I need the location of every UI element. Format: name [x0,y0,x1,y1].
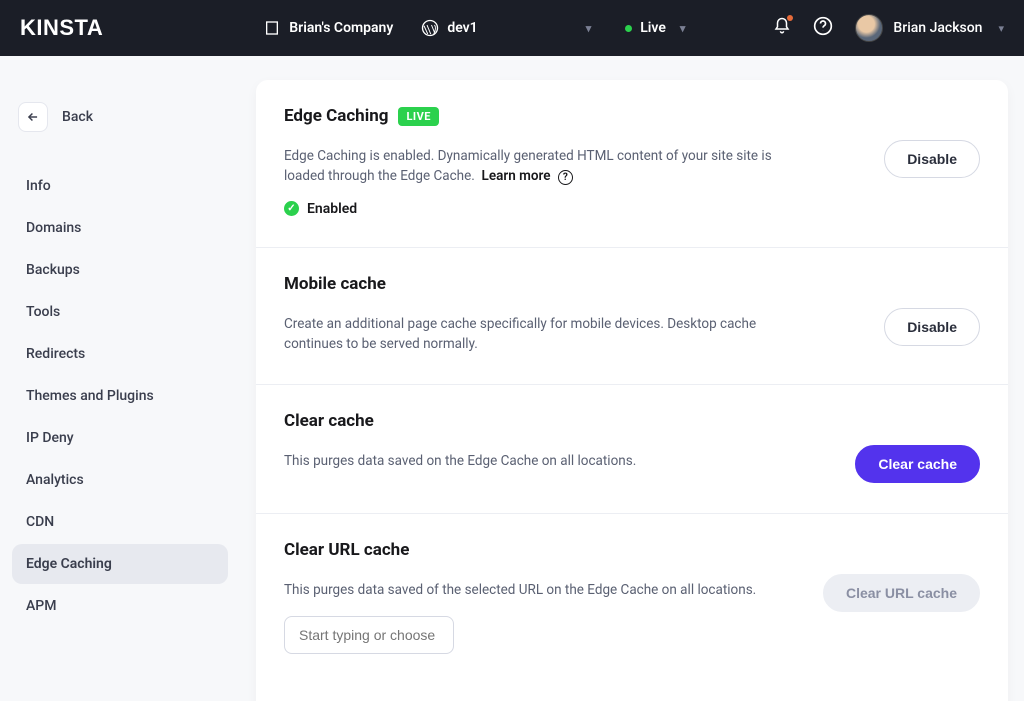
section-title-text: Mobile cache [284,274,386,294]
sidebar-item-analytics[interactable]: Analytics [12,460,228,500]
main-content: Edge Caching LIVE Edge Caching is enable… [240,56,1024,701]
section-clear-cache: Clear cache This purges data saved on th… [256,385,1008,514]
sidebar-item-backups[interactable]: Backups [12,250,228,290]
disable-mobile-cache-button[interactable]: Disable [884,308,980,346]
section-description: Edge Caching is enabled. Dynamically gen… [284,146,804,187]
section-clear-url-cache: Clear URL cache This purges data saved o… [256,514,1008,684]
sidebar: Back InfoDomainsBackupsToolsRedirectsThe… [0,56,240,701]
environment-selector[interactable]: Live ▾ [625,20,685,36]
company-selector[interactable]: Brian's Company [263,19,393,37]
help-circle-icon: ? [558,170,573,185]
back-button[interactable] [18,102,48,132]
section-description: This purges data saved of the selected U… [284,580,799,600]
live-badge: LIVE [398,107,439,126]
sidebar-item-ip-deny[interactable]: IP Deny [12,418,228,458]
section-title-text: Edge Caching [284,106,388,126]
clear-url-cache-button[interactable]: Clear URL cache [823,574,980,612]
section-title: Mobile cache [284,274,804,294]
topbar: KINSTA Brian's Company dev1 ▾ Live ▾ Bri… [0,0,1024,56]
sidebar-item-domains[interactable]: Domains [12,208,228,248]
chevron-down-icon: ▾ [586,22,592,35]
section-title-text: Clear cache [284,411,374,431]
chevron-down-icon: ▾ [998,22,1004,35]
environment-label: Live [640,20,666,36]
user-name: Brian Jackson [893,20,982,36]
help-button[interactable] [813,16,833,40]
disable-edge-caching-button[interactable]: Disable [884,140,980,178]
sidebar-item-info[interactable]: Info [12,166,228,206]
section-description: Create an additional page cache specific… [284,314,804,355]
company-name: Brian's Company [289,20,393,36]
section-title: Clear URL cache [284,540,799,560]
sidebar-item-apm[interactable]: APM [12,586,228,626]
url-cache-input[interactable] [284,616,454,654]
chevron-down-icon: ▾ [680,22,686,35]
section-title: Clear cache [284,411,804,431]
site-name: dev1 [447,20,477,36]
notifications-button[interactable] [773,17,791,39]
status-dot-icon [625,25,632,32]
back-label: Back [62,109,93,125]
status-label: Enabled [307,201,357,217]
status-row: ✓ Enabled [284,201,804,217]
avatar [855,14,883,42]
sidebar-item-themes-and-plugins[interactable]: Themes and Plugins [12,376,228,416]
brand-logo: KINSTA [20,15,103,41]
section-title-text: Clear URL cache [284,540,409,560]
arrow-left-icon [26,110,40,124]
notification-dot-icon [787,15,793,21]
section-description: This purges data saved on the Edge Cache… [284,451,804,471]
building-icon [263,19,281,37]
learn-more-link[interactable]: Learn more ? [482,168,573,184]
site-selector[interactable]: dev1 ▾ [421,19,591,37]
wordpress-icon [421,19,439,37]
check-circle-icon: ✓ [284,201,299,216]
user-menu[interactable]: Brian Jackson ▾ [855,14,1004,42]
sidebar-item-cdn[interactable]: CDN [12,502,228,542]
help-circle-icon [813,16,833,36]
clear-cache-button[interactable]: Clear cache [855,445,980,483]
sidebar-item-redirects[interactable]: Redirects [12,334,228,374]
section-title: Edge Caching LIVE [284,106,804,126]
sidebar-nav: InfoDomainsBackupsToolsRedirectsThemes a… [12,166,228,626]
section-mobile-cache: Mobile cache Create an additional page c… [256,248,1008,386]
sidebar-item-tools[interactable]: Tools [12,292,228,332]
sidebar-item-edge-caching[interactable]: Edge Caching [12,544,228,584]
section-edge-caching: Edge Caching LIVE Edge Caching is enable… [256,80,1008,248]
